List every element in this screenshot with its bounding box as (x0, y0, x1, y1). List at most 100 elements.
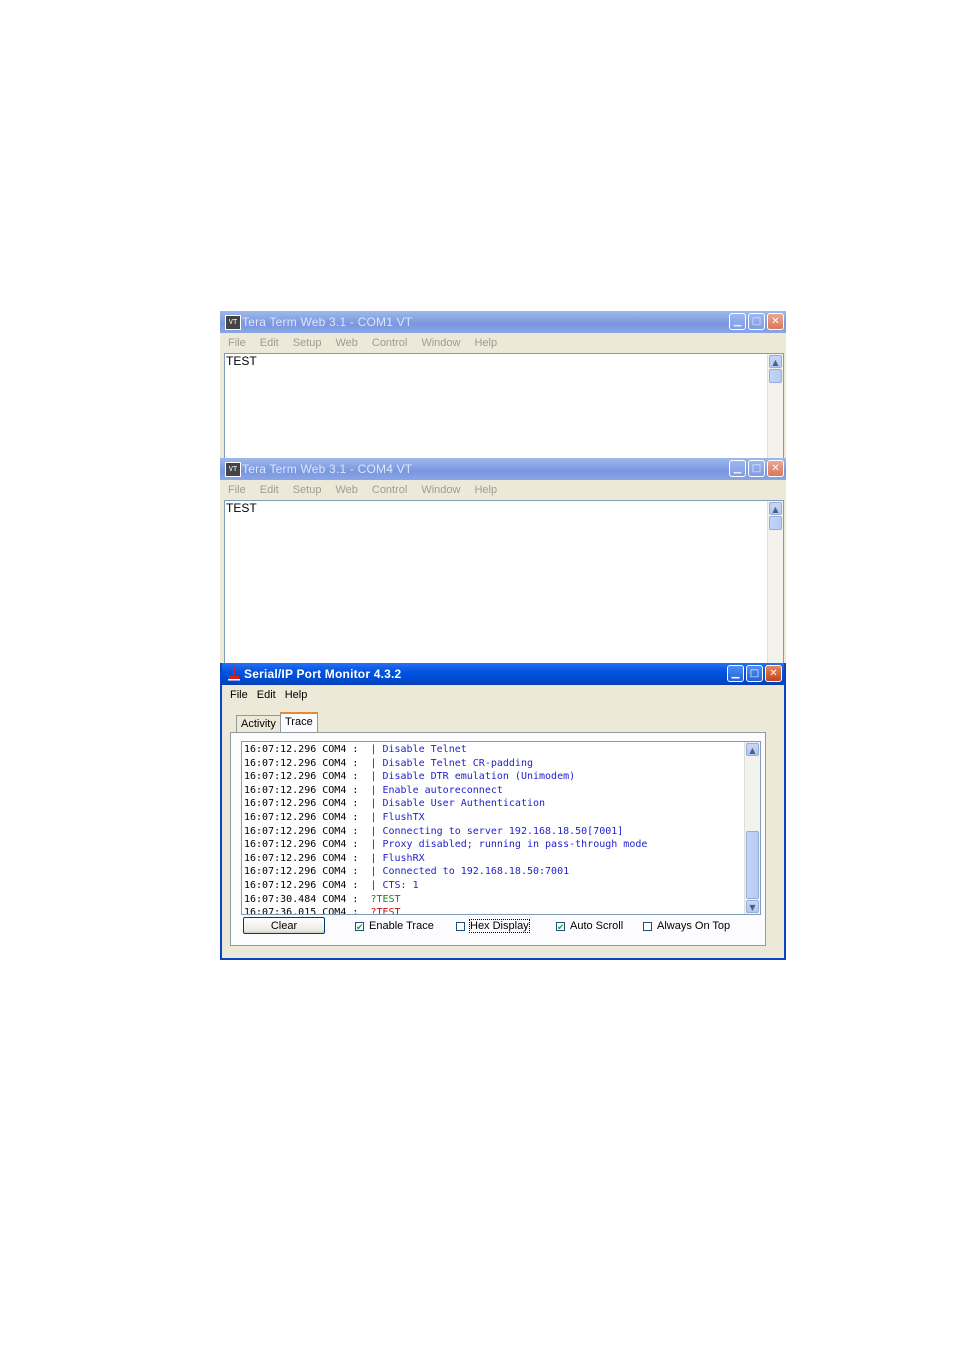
always-on-top-checkbox[interactable]: Always On Top (643, 920, 730, 932)
log-meta: 16:07:12.296 COM4 : (244, 825, 371, 837)
menu-control[interactable]: Control (372, 484, 407, 496)
menu-setup[interactable]: Setup (293, 484, 322, 496)
log-message: | Disable DTR emulation (Unimodem) (370, 771, 576, 783)
monitor-app-icon (227, 667, 241, 681)
log-meta: 16:07:12.296 COM4 : (244, 852, 371, 864)
log-message: | Connecting to server 192.168.18.50[700… (370, 825, 624, 837)
log-meta: 16:07:12.296 COM4 : (244, 839, 371, 851)
scroll-thumb[interactable] (746, 831, 759, 899)
tera-term-com4-window[interactable]: VT Tera Term Web 3.1 - COM4 VT ▁ □ ✕ Fil… (220, 458, 786, 664)
menu-help[interactable]: Help (474, 484, 497, 496)
scroll-up-icon[interactable]: ▲ (769, 355, 782, 368)
log-line: 16:07:12.296 COM4 : | Disable Telnet CR-… (244, 757, 647, 771)
maximize-button[interactable]: □ (748, 460, 765, 477)
close-button[interactable]: ✕ (767, 313, 784, 330)
menu-bar: File Edit Setup Web Control Window Help (220, 480, 786, 500)
terminal-icon: VT (225, 315, 241, 330)
log-line: 16:07:12.296 COM4 : | FlushTX (244, 811, 647, 825)
log-meta: 16:07:12.296 COM4 : (244, 771, 371, 783)
trace-log[interactable]: 16:07:12.296 COM4 : | Disable Telnet 16:0… (241, 741, 761, 915)
scroll-thumb[interactable] (769, 516, 782, 530)
log-line: 16:07:12.296 COM4 : | CTS: 1 (244, 879, 647, 893)
log-message: | Disable Telnet CR-padding (370, 757, 533, 769)
log-meta: 16:07:30.484 COM4 : (244, 893, 371, 905)
tab-trace[interactable]: Trace (280, 712, 318, 733)
window-title: Serial/IP Port Monitor 4.3.2 (244, 667, 402, 681)
log-message: | Proxy disabled; running in pass-throug… (370, 839, 648, 851)
vertical-scrollbar[interactable]: ▲ (767, 501, 783, 663)
auto-scroll-checkbox[interactable]: ✔ Auto Scroll (556, 920, 623, 932)
maximize-button[interactable]: □ (748, 313, 765, 330)
checkbox-label: Enable Trace (369, 920, 434, 932)
menu-help[interactable]: Help (285, 689, 308, 701)
log-line: 16:07:12.296 COM4 : | Enable autoreconne… (244, 784, 647, 798)
log-message: | Connected to 192.168.18.50:7001 (370, 866, 570, 878)
menu-bar: File Edit Setup Web Control Window Help (220, 333, 786, 353)
log-message: | Disable User Authentication (370, 798, 546, 810)
log-message: | Enable autoreconnect (370, 784, 503, 796)
menu-window[interactable]: Window (421, 337, 460, 349)
menu-edit[interactable]: Edit (260, 484, 279, 496)
log-meta: 16:07:12.296 COM4 : (244, 744, 371, 755)
menu-web[interactable]: Web (335, 337, 357, 349)
log-line: 16:07:30.484 COM4 : ?TEST (244, 893, 647, 907)
minimize-button[interactable]: ▁ (727, 665, 744, 682)
menu-web[interactable]: Web (335, 484, 357, 496)
terminal-area[interactable]: TEST ▲ (224, 500, 784, 664)
scroll-thumb[interactable] (769, 369, 782, 383)
scroll-up-icon[interactable]: ▲ (746, 743, 759, 756)
checkbox-label: Auto Scroll (570, 920, 624, 932)
checkbox-unchecked-icon (643, 921, 652, 931)
terminal-area[interactable]: TEST ▲ (224, 353, 784, 459)
enable-trace-checkbox[interactable]: ✔ Enable Trace (355, 920, 434, 932)
scroll-up-icon[interactable]: ▲ (769, 502, 782, 515)
menu-file[interactable]: File (228, 484, 246, 496)
maximize-button[interactable]: □ (746, 665, 763, 682)
trace-panel: 16:07:12.296 COM4 : | Disable Telnet 16:0… (230, 732, 766, 946)
menu-help[interactable]: Help (474, 337, 497, 349)
title-bar[interactable]: VT Tera Term Web 3.1 - COM1 VT ▁ □ ✕ (220, 311, 786, 333)
menu-bar: File Edit Help (222, 685, 784, 705)
log-message: | CTS: 1 (370, 879, 419, 891)
checkbox-label: Always On Top (657, 920, 731, 932)
log-meta: 16:07:12.296 COM4 : (244, 879, 371, 891)
log-meta: 16:07:12.296 COM4 : (244, 811, 371, 823)
menu-file[interactable]: File (230, 689, 248, 701)
title-bar[interactable]: Serial/IP Port Monitor 4.3.2 ▁ □ ✕ (222, 663, 784, 685)
menu-file[interactable]: File (228, 337, 246, 349)
log-meta: 16:07:12.296 COM4 : (244, 798, 371, 810)
menu-edit[interactable]: Edit (257, 689, 276, 701)
log-line: 16:07:12.296 COM4 : | Connecting to serv… (244, 825, 647, 839)
close-button[interactable]: ✕ (767, 460, 784, 477)
log-line: 16:07:12.296 COM4 : | Proxy disabled; ru… (244, 838, 647, 852)
checkbox-label: Hex Display (469, 919, 530, 933)
vertical-scrollbar[interactable]: ▲ (767, 354, 783, 458)
checkbox-checked-icon: ✔ (355, 921, 364, 932)
log-meta: 16:07:12.296 COM4 : (244, 866, 371, 878)
port-monitor-window[interactable]: Serial/IP Port Monitor 4.3.2 ▁ □ ✕ File … (220, 663, 786, 960)
close-button[interactable]: ✕ (765, 665, 782, 682)
tera-term-com1-window[interactable]: VT Tera Term Web 3.1 - COM1 VT ▁ □ ✕ Fil… (220, 311, 786, 459)
minimize-button[interactable]: ▁ (729, 313, 746, 330)
terminal-text: TEST (226, 501, 257, 515)
scroll-down-icon[interactable]: ▼ (746, 900, 759, 913)
terminal-text: TEST (226, 354, 257, 368)
minimize-button[interactable]: ▁ (729, 460, 746, 477)
checkbox-unchecked-icon (456, 921, 465, 931)
tab-activity[interactable]: Activity (236, 715, 281, 732)
log-line: 16:07:12.296 COM4 : | Connected to 192.1… (244, 865, 647, 879)
log-line: 16:07:36.015 COM4 : ?TEST (244, 906, 647, 915)
menu-setup[interactable]: Setup (293, 337, 322, 349)
clear-button[interactable]: Clear (243, 917, 325, 934)
hex-display-checkbox[interactable]: Hex Display (456, 919, 530, 933)
menu-edit[interactable]: Edit (260, 337, 279, 349)
log-scrollbar[interactable]: ▲ ▼ (744, 742, 760, 914)
log-line: 16:07:12.296 COM4 : | FlushRX (244, 852, 647, 866)
menu-window[interactable]: Window (421, 484, 460, 496)
trace-controls: Clear ✔ Enable Trace Hex Display ✔ Auto … (243, 917, 763, 937)
title-bar[interactable]: VT Tera Term Web 3.1 - COM4 VT ▁ □ ✕ (220, 458, 786, 480)
terminal-icon: VT (225, 462, 241, 477)
menu-control[interactable]: Control (372, 337, 407, 349)
log-meta: 16:07:12.296 COM4 : (244, 757, 371, 769)
log-meta: 16:07:36.015 COM4 : (244, 907, 371, 915)
